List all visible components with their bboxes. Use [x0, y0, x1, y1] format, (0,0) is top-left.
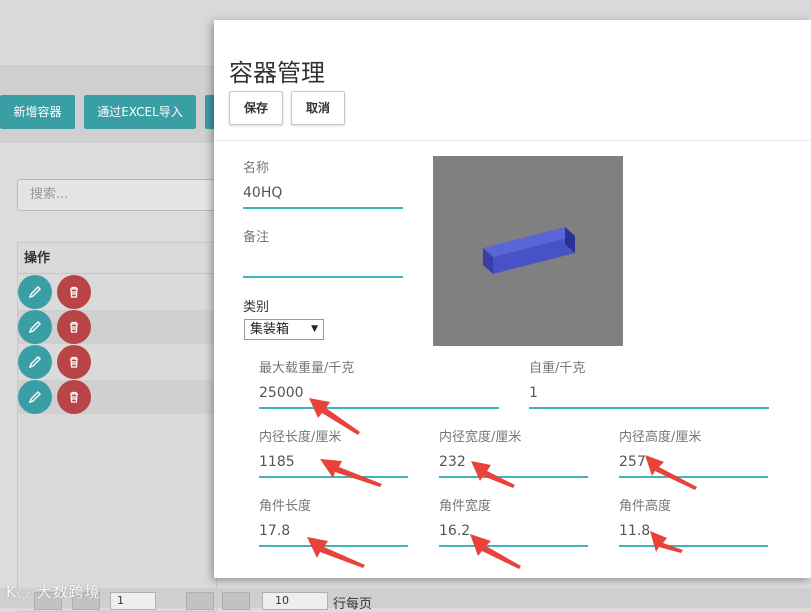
arrow-icon	[470, 534, 521, 569]
arrow-icon	[320, 459, 382, 487]
arrow-icon	[309, 398, 360, 435]
arrow-icon	[645, 455, 697, 490]
arrow-icon	[471, 461, 515, 488]
annotation-arrows	[307, 398, 697, 569]
arrow-icon	[650, 531, 683, 553]
arrow-icon	[307, 537, 365, 568]
